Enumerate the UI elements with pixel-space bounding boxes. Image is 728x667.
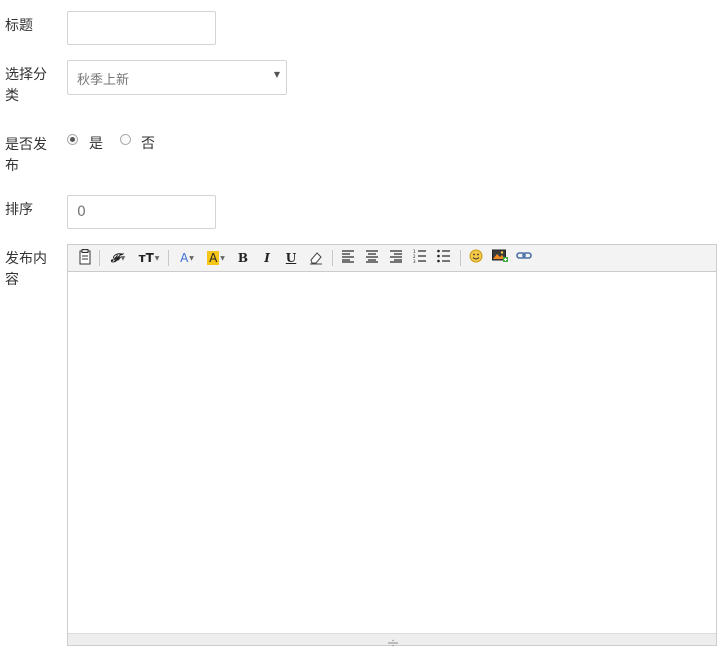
toolbar-separator <box>99 250 100 266</box>
underline-icon: U <box>285 251 297 265</box>
align-center-icon <box>366 250 378 263</box>
font-family-icon: 𝓕 <box>110 251 120 265</box>
content-label: 发布内 容 <box>5 249 55 291</box>
font-size-button[interactable]: тT▼ <box>136 249 162 267</box>
dropdown-caret-icon: ▼ <box>189 254 194 262</box>
insert-image-button[interactable] <box>492 249 508 267</box>
italic-icon: I <box>264 251 270 265</box>
smiley-icon <box>469 249 483 263</box>
editor-content-area[interactable] <box>68 272 716 633</box>
emoji-button[interactable] <box>468 249 484 267</box>
toolbar-separator <box>460 250 461 266</box>
sort-label: 排序 <box>5 202 33 218</box>
toolbar-separator <box>332 250 333 266</box>
toolbar-separator <box>168 250 169 266</box>
content-label-line-1: 发布内 <box>5 251 47 267</box>
image-icon <box>492 249 508 262</box>
paste-icon[interactable] <box>77 249 93 267</box>
category-label-line-1: 选择分 <box>5 67 47 83</box>
dropdown-caret-icon: ▼ <box>120 254 126 262</box>
highlight-color-icon: A <box>207 251 220 265</box>
publish-yes-label[interactable]: 是 <box>89 133 103 153</box>
underline-button[interactable]: U <box>284 249 298 267</box>
chevron-down-icon: ▼ <box>273 70 280 79</box>
publish-no-label[interactable]: 否 <box>141 133 155 153</box>
content-label-line-2: 容 <box>5 272 19 288</box>
editor-statusbar <box>68 633 716 647</box>
editor-toolbar: 𝓕▼ тT▼ A▼ A ▼ B I U 123 <box>68 245 716 272</box>
svg-text:3: 3 <box>413 259 416 263</box>
category-label-line-2: 类 <box>5 88 19 104</box>
publish-label-line-1: 是否发 <box>5 137 47 153</box>
title-label: 标题 <box>5 18 33 34</box>
font-color-icon: A <box>180 251 189 265</box>
align-right-button[interactable] <box>388 249 404 267</box>
category-select[interactable]: 秋季上新 ▼ <box>67 60 287 95</box>
publish-yes-radio[interactable] <box>67 134 78 145</box>
unordered-list-icon <box>437 249 450 263</box>
font-size-icon: тT <box>138 251 154 265</box>
align-left-button[interactable] <box>340 249 356 267</box>
publish-label: 是否发 布 <box>5 135 55 177</box>
sort-input[interactable] <box>67 195 216 229</box>
bold-button[interactable]: B <box>236 249 250 267</box>
bold-icon: B <box>237 251 249 265</box>
unordered-list-button[interactable] <box>436 249 452 267</box>
publish-label-line-2: 布 <box>5 158 19 174</box>
italic-button[interactable]: I <box>260 249 274 267</box>
dropdown-caret-icon: ▼ <box>220 254 225 262</box>
ordered-list-button[interactable]: 123 <box>412 249 428 267</box>
resize-handle-icon[interactable] <box>387 635 399 647</box>
font-color-button[interactable]: A▼ <box>176 249 198 267</box>
link-icon <box>516 252 532 259</box>
font-family-button[interactable]: 𝓕▼ <box>107 249 129 267</box>
dropdown-caret-icon: ▼ <box>154 254 160 262</box>
radio-checked-dot <box>70 137 75 142</box>
eraser-icon <box>310 252 322 265</box>
align-center-button[interactable] <box>364 249 380 267</box>
insert-link-button[interactable] <box>516 249 532 267</box>
align-right-icon <box>390 250 402 263</box>
align-left-icon <box>342 250 354 263</box>
title-input[interactable] <box>67 11 216 45</box>
rich-text-editor: 𝓕▼ тT▼ A▼ A ▼ B I U 123 <box>67 244 717 647</box>
highlight-color-button[interactable]: A ▼ <box>204 249 228 267</box>
publish-no-radio[interactable] <box>120 134 131 145</box>
clear-format-button[interactable] <box>308 249 324 267</box>
category-selected-value: 秋季上新 <box>77 73 130 88</box>
category-label: 选择分 类 <box>5 65 55 107</box>
ordered-list-icon: 123 <box>413 249 426 264</box>
